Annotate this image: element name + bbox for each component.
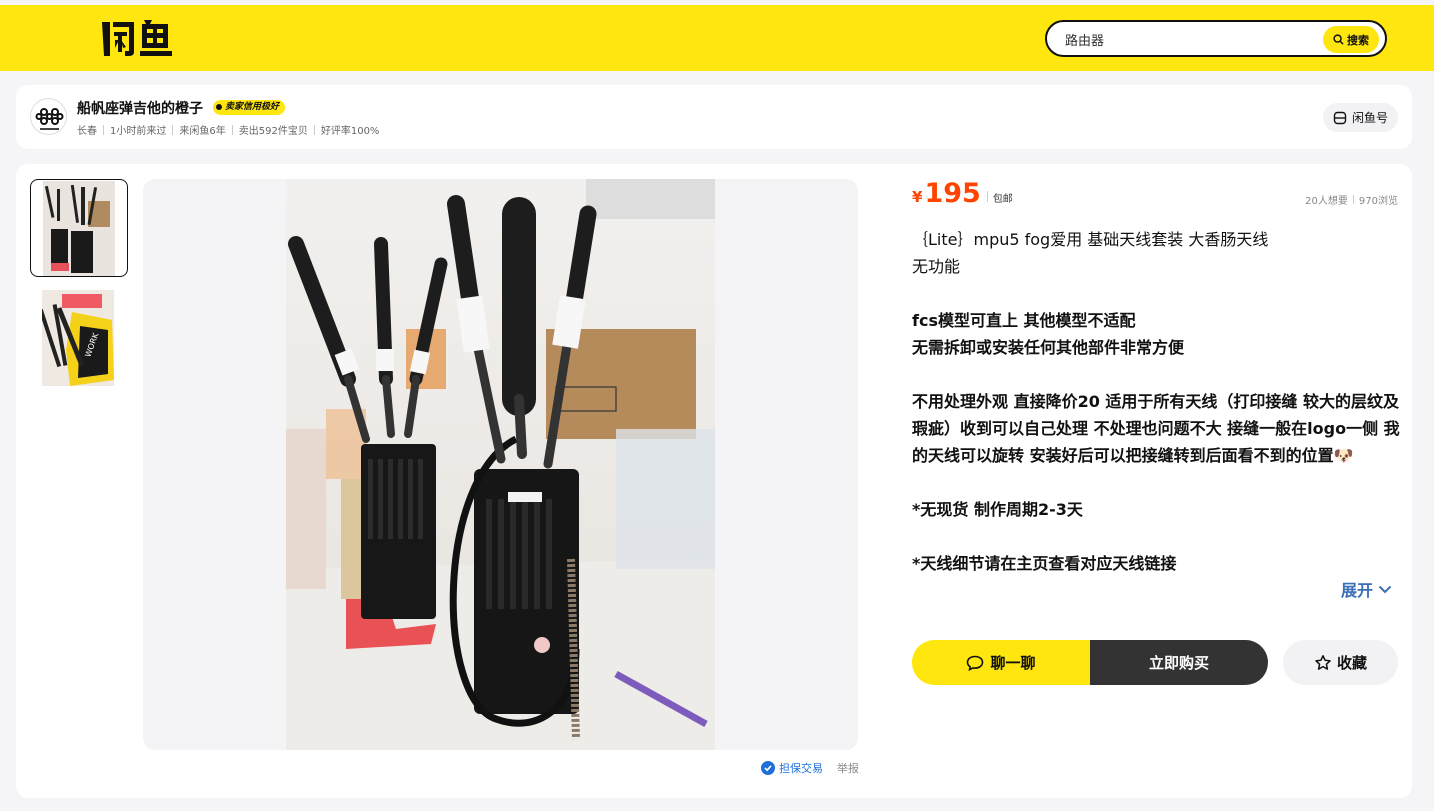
search-button[interactable]: 搜索 bbox=[1323, 26, 1379, 53]
credit-badge: 卖家信用极好 bbox=[213, 100, 286, 115]
seller-avatar[interactable] bbox=[30, 98, 67, 135]
action-buttons: 聊一聊 立即购买 bbox=[912, 640, 1268, 685]
seller-rating: 好评率100% bbox=[320, 126, 380, 137]
thumbnail-antennas-image: WORK bbox=[42, 290, 114, 386]
star-icon bbox=[1315, 654, 1331, 670]
search-button-label: 搜索 bbox=[1347, 33, 1369, 47]
thumbnail-radios[interactable] bbox=[30, 179, 128, 277]
seller-last-seen: 1小时前来过 bbox=[110, 126, 167, 137]
description-line bbox=[912, 469, 1402, 496]
expand-label: 展开 bbox=[1341, 581, 1374, 600]
description-line: *天线细节请在主页查看对应天线链接 bbox=[912, 554, 1177, 573]
guarantee-link[interactable]: 担保交易 bbox=[761, 760, 823, 776]
chat-button[interactable]: 聊一聊 bbox=[912, 640, 1090, 685]
guarantee-label: 担保交易 bbox=[779, 762, 823, 775]
chat-button-label: 聊一聊 bbox=[990, 654, 1036, 672]
description-line: fcs模型可直上 其他模型不适配 bbox=[912, 311, 1136, 330]
favorite-label: 收藏 bbox=[1336, 654, 1367, 672]
description-line: 无功能 bbox=[912, 257, 961, 276]
guarantee-icon bbox=[761, 761, 775, 775]
shipping-label: 包邮 bbox=[992, 194, 1013, 205]
description-line bbox=[912, 280, 1402, 307]
seller-card: 船帆座弹吉他的橙子 卖家信用极好 长春 1小时前来过 来闲鱼6年 卖出592件宝… bbox=[16, 85, 1412, 149]
xianyu-id-button[interactable]: 闲鱼号 bbox=[1322, 103, 1398, 132]
main-image-viewer[interactable] bbox=[143, 179, 858, 750]
footer-links: 担保交易 举报 bbox=[761, 760, 859, 776]
search-icon bbox=[1333, 34, 1344, 45]
views-count: 970浏览 bbox=[1358, 196, 1398, 207]
description-line bbox=[912, 361, 1402, 388]
seller-sold-count: 卖出592件宝贝 bbox=[238, 126, 308, 137]
wants-count: 20人想要 bbox=[1305, 196, 1348, 207]
buy-now-button[interactable]: 立即购买 bbox=[1090, 640, 1268, 685]
item-stats: 20人想要 970浏览 bbox=[1305, 192, 1398, 207]
thumbnail-radios-image bbox=[43, 181, 115, 276]
price: 195 bbox=[924, 178, 981, 209]
search-input[interactable] bbox=[1065, 28, 1315, 50]
currency-symbol: ¥ bbox=[912, 188, 923, 206]
seller-location: 长春 bbox=[77, 126, 97, 137]
description-line: ｛Lite｝mpu5 fog爱用 基础天线套装 大香肠天线 bbox=[912, 230, 1269, 249]
product-description: ｛Lite｝mpu5 fog爱用 基础天线套装 大香肠天线 无功能 fcs模型可… bbox=[912, 226, 1402, 577]
main-product-image bbox=[286, 179, 715, 750]
seller-name[interactable]: 船帆座弹吉他的橙子 bbox=[77, 98, 203, 118]
description-line: 不用处理外观 直接降价20 适用于所有天线（打印接缝 较大的层纹及瑕疵）收到可以… bbox=[912, 392, 1400, 465]
xianyu-logo[interactable] bbox=[100, 18, 174, 58]
chat-bubble-icon bbox=[967, 655, 984, 671]
seller-tenure: 来闲鱼6年 bbox=[179, 126, 226, 137]
profile-card-icon bbox=[1333, 111, 1347, 124]
buy-now-label: 立即购买 bbox=[1148, 654, 1209, 672]
search-box: 搜索 bbox=[1045, 20, 1387, 57]
seller-meta: 长春 1小时前来过 来闲鱼6年 卖出592件宝贝 好评率100% bbox=[77, 122, 379, 137]
description-line: 无需拆卸或安装任何其他部件非常方便 bbox=[912, 338, 1185, 357]
description-line bbox=[912, 523, 1402, 550]
favorite-button[interactable]: 收藏 bbox=[1283, 640, 1398, 685]
report-link[interactable]: 举报 bbox=[837, 760, 859, 776]
product-card: WORK 担保交易 举报 ¥ 195 包邮 20人想要 970浏览 ｛Lite｝… bbox=[16, 164, 1412, 798]
chevron-down-icon bbox=[1378, 585, 1392, 593]
xianyu-id-label: 闲鱼号 bbox=[1351, 111, 1388, 125]
price-row: ¥ 195 包邮 bbox=[912, 178, 1013, 209]
description-line: *无现货 制作周期2-3天 bbox=[912, 500, 1083, 519]
expand-button[interactable]: 展开 bbox=[1341, 577, 1392, 601]
top-bar: 搜索 bbox=[0, 5, 1434, 71]
thumbnail-antennas[interactable]: WORK bbox=[30, 289, 128, 387]
